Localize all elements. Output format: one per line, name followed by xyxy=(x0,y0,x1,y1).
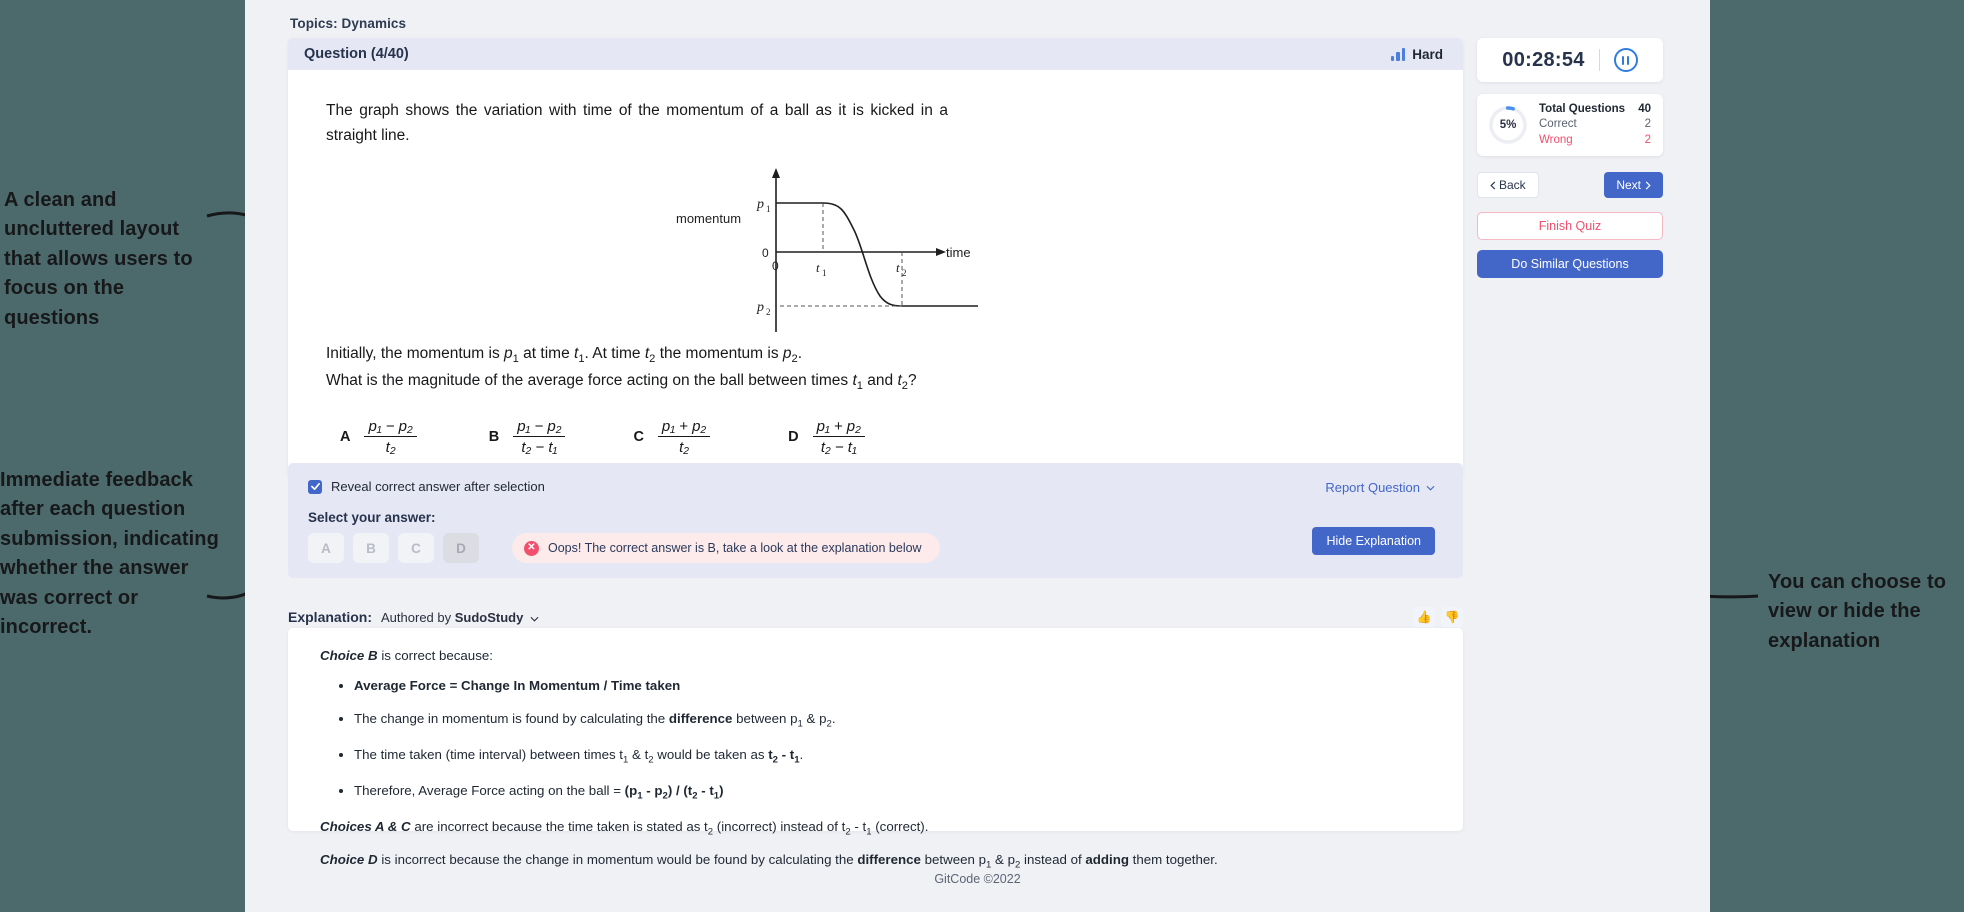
alert-message: Oops! The correct answer is B, take a lo… xyxy=(548,541,922,555)
checkbox-checked-icon[interactable] xyxy=(308,479,322,494)
annotation-left-top: A clean and uncluttered layout that allo… xyxy=(4,189,193,329)
svg-text:2: 2 xyxy=(902,268,907,278)
pause-icon[interactable] xyxy=(1613,48,1638,72)
thumbs-up-icon[interactable]: 👍 xyxy=(1413,607,1435,627)
footer-text: GitCode ©2022 xyxy=(934,872,1021,886)
option-d-formula: p₁ + p₂ t₂ − t₁ xyxy=(812,418,865,456)
stat-wrong: Wrong 2 xyxy=(1539,133,1651,146)
back-label: Back xyxy=(1499,178,1526,192)
option-b-formula: p₁ − p₂ t₂ − t₁ xyxy=(513,418,566,456)
error-circle-icon: ✕ xyxy=(524,540,539,556)
reveal-answer-toggle[interactable]: Reveal correct answer after selection xyxy=(308,479,545,494)
annotation-right: You can choose to view or hide the expla… xyxy=(1768,571,1947,652)
question-paragraph-3: What is the magnitude of the average for… xyxy=(326,372,917,393)
momentum-time-graph: p 1 p 2 0 0 t 1 t 2 time momentum xyxy=(326,160,1429,335)
chevron-down-icon xyxy=(530,616,539,622)
chevron-down-icon xyxy=(1426,485,1435,491)
option-c-letter: C xyxy=(633,428,644,445)
explanation-bullet: The time taken (time interval) between t… xyxy=(354,745,1435,768)
signal-bars-icon xyxy=(1390,47,1406,61)
option-d-letter: D xyxy=(788,428,799,445)
option-b-letter: B xyxy=(488,428,500,445)
next-label: Next xyxy=(1616,178,1641,192)
svg-text:time: time xyxy=(946,245,971,260)
svg-text:t: t xyxy=(896,260,900,275)
option-b: B p₁ − p₂ t₂ − t₁ xyxy=(489,418,566,456)
svg-text:t: t xyxy=(816,260,820,275)
divider xyxy=(1598,49,1600,71)
svg-text:p: p xyxy=(756,300,764,315)
explanation-bullet: Average Force = Change In Momentum / Tim… xyxy=(354,676,1435,696)
timer-value: 00:28:54 xyxy=(1502,48,1585,71)
progress-ring: 5% xyxy=(1487,104,1529,146)
option-a: A p₁ − p₂ t₂ xyxy=(340,418,417,456)
svg-text:1: 1 xyxy=(766,204,771,214)
incorrect-answer-alert: ✕ Oops! The correct answer is B, take a … xyxy=(512,533,940,563)
question-paragraph-1: The graph shows the variation with time … xyxy=(326,102,948,145)
explanation-author[interactable]: Authored by SudoStudy xyxy=(381,610,539,625)
explanation-tail-1: Choices A & C are incorrect because the … xyxy=(320,818,929,838)
stat-correct: Correct 2 xyxy=(1539,118,1651,131)
explanation-title: Explanation: xyxy=(288,609,373,625)
explanation-bullet: Therefore, Average Force acting on the b… xyxy=(354,781,1435,804)
option-a-formula: p₁ − p₂ t₂ xyxy=(364,418,417,456)
svg-text:2: 2 xyxy=(766,307,771,317)
svg-text:p: p xyxy=(756,197,764,212)
difficulty-label: Hard xyxy=(1412,46,1443,62)
do-similar-questions-button[interactable]: Do Similar Questions xyxy=(1477,250,1663,278)
feedback-buttons: 👍 👎 xyxy=(1413,607,1463,627)
choice-button-c[interactable]: C xyxy=(398,533,434,563)
option-d: D p₁ + p₂ t₂ − t₁ xyxy=(788,418,865,456)
explanation-bullets: Average Force = Change In Momentum / Tim… xyxy=(354,676,1435,804)
topics-label: Topics: Dynamics xyxy=(290,16,407,31)
next-button[interactable]: Next xyxy=(1604,172,1663,198)
timer-panel: 00:28:54 xyxy=(1477,38,1663,82)
option-c-formula: p₁ + p₂ t₂ xyxy=(657,418,711,456)
report-question-label: Report Question xyxy=(1325,480,1420,495)
question-card: Question (4/40) Hard The graph shows the… xyxy=(288,38,1463,478)
nav-buttons: Back Next xyxy=(1477,172,1663,198)
reveal-answer-label: Reveal correct answer after selection xyxy=(331,479,545,494)
hide-explanation-button[interactable]: Hide Explanation xyxy=(1312,527,1435,555)
question-header: Question (4/40) Hard xyxy=(288,38,1463,70)
stat-rows: Total Questions 40 Correct 2 Wrong 2 xyxy=(1539,102,1651,148)
choice-buttons: A B C D ✕ Oops! The correct answer is B,… xyxy=(308,533,940,563)
annotation-left-bottom: Immediate feedback after each question s… xyxy=(0,469,219,638)
select-answer-label: Select your answer: xyxy=(308,510,436,525)
sidebar: 00:28:54 5% Total Questions40 Correct2 xyxy=(1477,38,1663,278)
difficulty-badge: Hard xyxy=(1390,46,1443,62)
svg-text:1: 1 xyxy=(822,268,827,278)
stat-total-questions: Total Questions 40 xyxy=(1539,103,1651,116)
choice-button-a[interactable]: A xyxy=(308,533,344,563)
explanation-intro: Choice B is correct because: xyxy=(320,648,493,663)
chevron-right-icon xyxy=(1645,180,1651,190)
svg-text:0: 0 xyxy=(772,259,779,273)
explanation-tail-2: Choice D is incorrect because the change… xyxy=(320,852,1218,871)
answer-options-row: A p₁ − p₂ t₂ B p₁ − p₂ t₂ − t₁ C p₁ + p₂… xyxy=(326,418,1429,456)
svg-text:0: 0 xyxy=(762,246,769,260)
option-c: C p₁ + p₂ t₂ xyxy=(633,418,711,456)
finish-quiz-button[interactable]: Finish Quiz xyxy=(1477,212,1663,240)
explanation-header: Explanation: Authored by SudoStudy 👍 👎 xyxy=(288,607,1463,627)
choice-button-d[interactable]: D xyxy=(443,533,479,563)
answer-panel: Reveal correct answer after selection Se… xyxy=(288,463,1463,578)
stats-panel: 5% Total Questions 40 Correct 2 Wrong 2 xyxy=(1477,94,1663,156)
chevron-left-icon xyxy=(1490,180,1496,190)
choice-button-b[interactable]: B xyxy=(353,533,389,563)
progress-percent: 5% xyxy=(1499,119,1517,131)
option-a-letter: A xyxy=(340,428,351,445)
app-window: Topics: Dynamics Question (4/40) Hard Th… xyxy=(245,0,1710,912)
report-question-button[interactable]: Report Question xyxy=(1325,480,1435,495)
question-body: The graph shows the variation with time … xyxy=(288,70,1463,478)
explanation-bullet: The change in momentum is found by calcu… xyxy=(354,709,1435,732)
explanation-card: Choice B is correct because: Average For… xyxy=(288,628,1463,871)
question-title: Question (4/40) xyxy=(304,46,409,62)
back-button[interactable]: Back xyxy=(1477,172,1539,198)
svg-text:momentum: momentum xyxy=(676,211,741,226)
question-paragraph-2: Initially, the momentum is p1 at time t1… xyxy=(326,345,803,366)
thumbs-down-icon[interactable]: 👎 xyxy=(1441,607,1463,627)
